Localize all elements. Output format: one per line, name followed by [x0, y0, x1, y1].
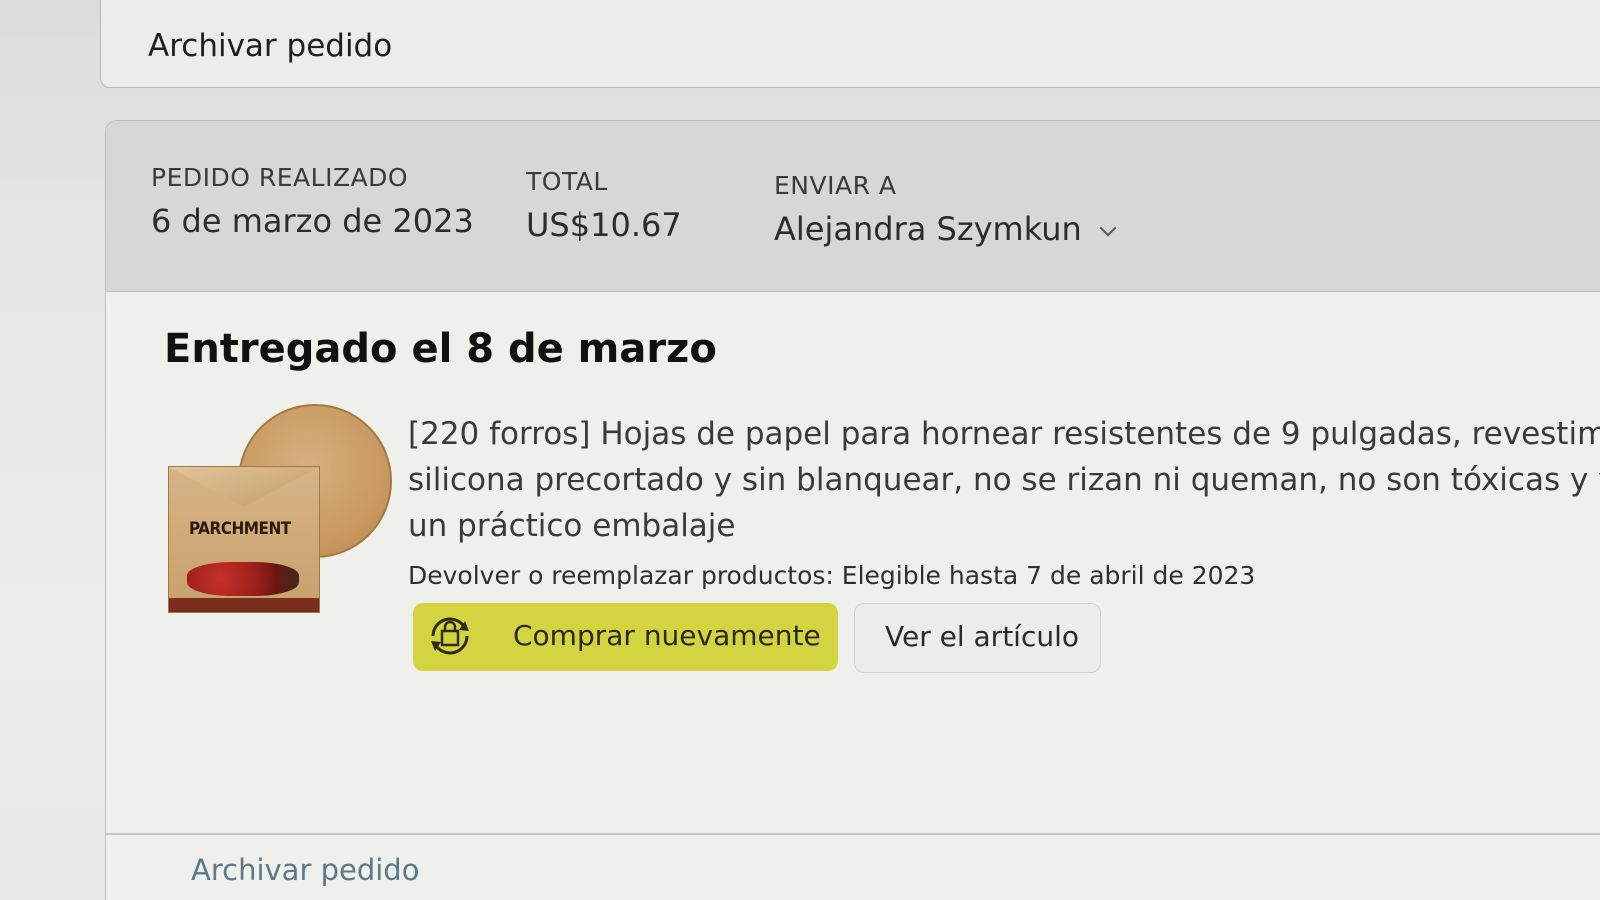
archive-order-link-top[interactable]: Archivar pedido	[148, 28, 392, 64]
product-title-line-1[interactable]: [220 forros] Hojas de papel para hornear…	[408, 411, 1600, 457]
order-placed-date: 6 de marzo de 2023	[151, 202, 474, 240]
box-food-graphic	[187, 562, 299, 596]
buy-again-label[interactable]: Comprar nuevamente	[513, 619, 821, 652]
ship-to-col: ENVIAR A Alejandra Szymkun	[774, 171, 1117, 248]
box-brand-text: PARCHMENT	[189, 519, 291, 539]
return-eligibility: Devolver o reemplazar productos: Elegibl…	[408, 561, 1256, 590]
buy-again-button[interactable]: Comprar nuevamente	[413, 603, 838, 671]
order-total-value: US$10.67	[526, 206, 682, 244]
chevron-down-icon[interactable]	[1099, 219, 1117, 237]
product-box-graphic: PARCHMENT	[168, 466, 320, 613]
product-title-link[interactable]: [220 forros] Hojas de papel para hornear…	[408, 411, 1600, 549]
view-item-label[interactable]: Ver el artículo	[885, 620, 1079, 653]
order-total-label: TOTAL	[526, 167, 608, 196]
order-total-col: TOTAL US$10.67	[526, 167, 682, 244]
ship-to-value[interactable]: Alejandra Szymkun	[774, 210, 1117, 248]
order-header: PEDIDO REALIZADO 6 de marzo de 2023 TOTA…	[106, 121, 1600, 292]
archive-order-link[interactable]: Archivar pedido	[191, 853, 419, 887]
order-placed-col: PEDIDO REALIZADO 6 de marzo de 2023	[151, 163, 474, 240]
product-title-line-3[interactable]: un práctico embalaje	[408, 503, 1600, 549]
orders-page: Archivar pedido PEDIDO REALIZADO 6 de ma…	[0, 0, 1600, 900]
ship-to-label: ENVIAR A	[774, 171, 897, 200]
delivery-status: Entregado el 8 de marzo	[164, 326, 717, 372]
product-image[interactable]: PARCHMENT	[168, 404, 392, 619]
card-footer-divider	[106, 833, 1600, 835]
box-flap	[169, 467, 319, 507]
view-item-button[interactable]: Ver el artículo	[854, 603, 1101, 673]
ship-to-name[interactable]: Alejandra Szymkun	[774, 210, 1082, 248]
box-bottom-band	[169, 598, 319, 612]
order-card: PEDIDO REALIZADO 6 de marzo de 2023 TOTA…	[105, 120, 1600, 900]
order-placed-label: PEDIDO REALIZADO	[151, 163, 409, 192]
reorder-icon	[431, 617, 469, 655]
product-title-line-2[interactable]: silicona precortado y sin blanquear, no …	[408, 457, 1600, 503]
